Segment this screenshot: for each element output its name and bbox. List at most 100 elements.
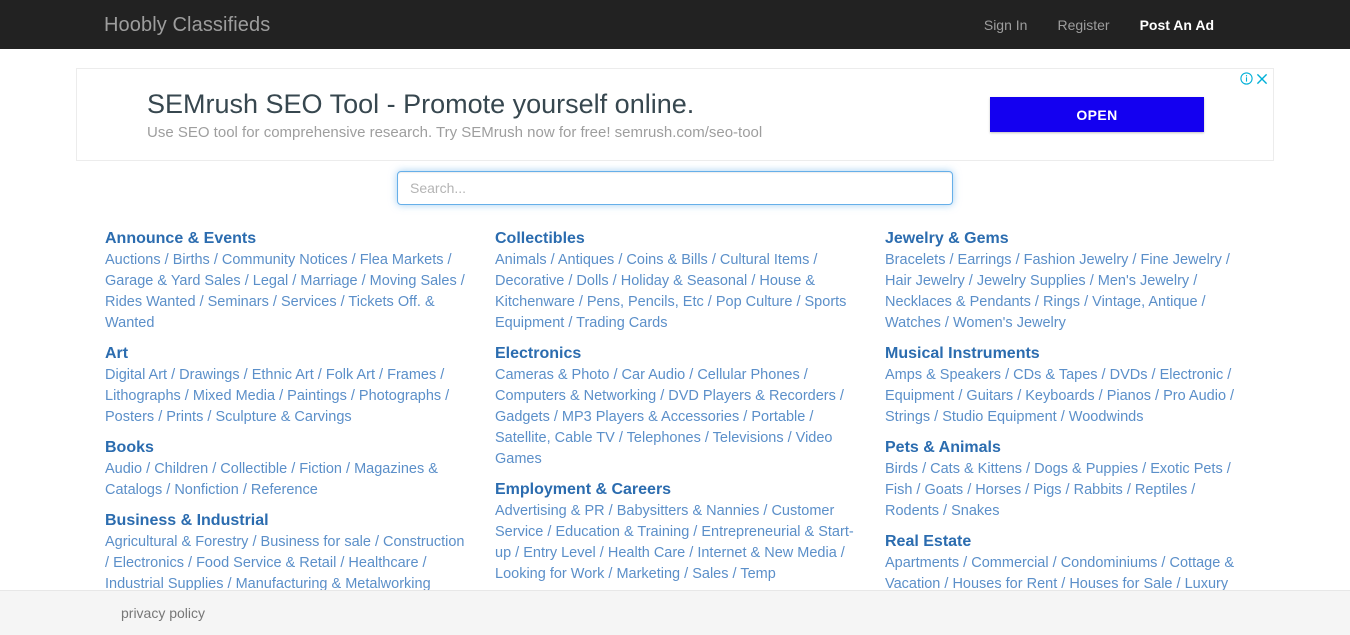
category-link[interactable]: Reference [251,482,318,498]
category-link[interactable]: Photographs [359,388,441,404]
category-link[interactable]: Amps & Speakers [885,367,1001,383]
category-link[interactable]: Prints [166,409,203,425]
category-link[interactable]: Cultural Items [720,252,809,268]
category-link[interactable]: Dolls [576,273,608,289]
category-link[interactable]: Fine Jewelry [1141,252,1222,268]
category-link[interactable]: Services [281,294,337,310]
category-title[interactable]: Employment & Careers [495,479,855,500]
category-link[interactable]: Healthcare [348,555,418,571]
category-link[interactable]: Dogs & Puppies [1034,461,1138,477]
category-link[interactable]: Posters [105,409,154,425]
category-link[interactable]: Condominiums [1061,555,1158,571]
ad-headline[interactable]: SEMrush SEO Tool - Promote yourself onli… [147,88,762,120]
category-link[interactable]: Coins & Bills [626,252,707,268]
category-link[interactable]: Jewelry Supplies [977,273,1086,289]
category-link[interactable]: Looking for Work [495,566,604,582]
category-link[interactable]: Horses [975,482,1021,498]
category-link[interactable]: Manufacturing & Metalworking [236,576,431,590]
category-link[interactable]: Trading Cards [576,315,667,331]
category-link[interactable]: Legal [253,273,288,289]
category-link[interactable]: Audio [105,461,142,477]
category-link[interactable]: Birds [885,461,918,477]
category-link[interactable]: Sculpture & Carvings [215,409,351,425]
category-link[interactable]: Televisions [713,430,784,446]
category-link[interactable]: Commercial [971,555,1048,571]
category-link[interactable]: Rodents [885,503,939,519]
category-title[interactable]: Announce & Events [105,228,465,249]
category-title[interactable]: Real Estate [885,531,1245,552]
category-link[interactable]: Sales [692,566,728,582]
category-link[interactable]: Equipment [885,388,954,404]
category-link[interactable]: Decorative [495,273,564,289]
category-link[interactable]: Electronic [1160,367,1224,383]
nav-link-register[interactable]: Register [1042,18,1124,32]
category-link[interactable]: Rabbits [1074,482,1123,498]
category-link[interactable]: Houses for Sale [1069,576,1172,590]
category-link[interactable]: Necklaces & Pendants [885,294,1031,310]
category-link[interactable]: Strings [885,409,930,425]
category-title[interactable]: Books [105,437,465,458]
category-title[interactable]: Business & Industrial [105,510,465,531]
category-title[interactable]: Collectibles [495,228,855,249]
category-link[interactable]: Vintage, Antique [1092,294,1197,310]
category-title[interactable]: Art [105,343,465,364]
category-link[interactable]: MP3 Players & Accessories [562,409,739,425]
category-link[interactable]: Nonfiction [174,482,238,498]
category-link[interactable]: Education & Training [555,524,689,540]
nav-link-post-an-ad[interactable]: Post An Ad [1125,18,1229,32]
category-link[interactable]: Hair Jewelry [885,273,965,289]
category-link[interactable]: Drawings [179,367,239,383]
close-icon[interactable] [1256,73,1268,85]
nav-link-sign-in[interactable]: Sign In [969,18,1043,32]
category-link[interactable]: Pop Culture [716,294,793,310]
category-link[interactable]: Industrial Supplies [105,576,224,590]
advertisement-banner[interactable]: SEMrush SEO Tool - Promote yourself onli… [76,68,1274,161]
ad-open-button[interactable]: OPEN [990,97,1204,132]
category-link[interactable]: Houses for Rent [952,576,1057,590]
category-link[interactable]: Frames [387,367,436,383]
category-link[interactable]: Paintings [287,388,347,404]
category-link[interactable]: Luxury [1185,576,1229,590]
category-link[interactable]: Fashion Jewelry [1024,252,1129,268]
category-link[interactable]: Children [154,461,208,477]
category-link[interactable]: Apartments [885,555,959,571]
category-link[interactable]: Telephones [627,430,701,446]
category-title[interactable]: Electronics [495,343,855,364]
category-link[interactable]: Fish [885,482,912,498]
category-link[interactable]: Bracelets [885,252,945,268]
category-link[interactable]: Animals [495,252,547,268]
category-link[interactable]: Snakes [951,503,999,519]
category-link[interactable]: Mixed Media [193,388,275,404]
category-link[interactable]: Community Notices [222,252,348,268]
category-link[interactable]: Marriage [300,273,357,289]
category-link[interactable]: Advertising & PR [495,503,605,519]
brand-logo[interactable]: Hoobly Classifieds [104,15,270,35]
category-link[interactable]: Woodwinds [1069,409,1144,425]
category-link[interactable]: Cellular Phones [697,367,799,383]
category-link[interactable]: Food Service & Retail [196,555,336,571]
category-link[interactable]: Cats & Kittens [930,461,1022,477]
category-link[interactable]: Digital Art [105,367,167,383]
category-link[interactable]: Temp [740,566,775,582]
category-link[interactable]: Satellite, Cable TV [495,430,615,446]
category-link[interactable]: Internet & New Media [697,545,836,561]
category-link[interactable]: Goats [925,482,964,498]
category-link[interactable]: Health Care [608,545,685,561]
category-link[interactable]: Pigs [1033,482,1061,498]
category-link[interactable]: Moving Sales [370,273,457,289]
category-link[interactable]: Reptiles [1135,482,1187,498]
category-title[interactable]: Pets & Animals [885,437,1245,458]
privacy-policy-link[interactable]: privacy policy [121,605,205,621]
category-link[interactable]: Pianos [1107,388,1151,404]
category-link[interactable]: DVDs [1110,367,1148,383]
category-link[interactable]: Fiction [299,461,342,477]
category-link[interactable]: Electronics [113,555,184,571]
category-link[interactable]: Portable [751,409,805,425]
category-title[interactable]: Jewelry & Gems [885,228,1245,249]
category-link[interactable]: DVD Players & Recorders [668,388,836,404]
category-link[interactable]: Agricultural & Forestry [105,534,248,550]
category-link[interactable]: Ethnic Art [252,367,314,383]
category-link[interactable]: Studio Equipment [942,409,1056,425]
category-link[interactable]: Entry Level [523,545,596,561]
category-link[interactable]: Lithographs [105,388,181,404]
